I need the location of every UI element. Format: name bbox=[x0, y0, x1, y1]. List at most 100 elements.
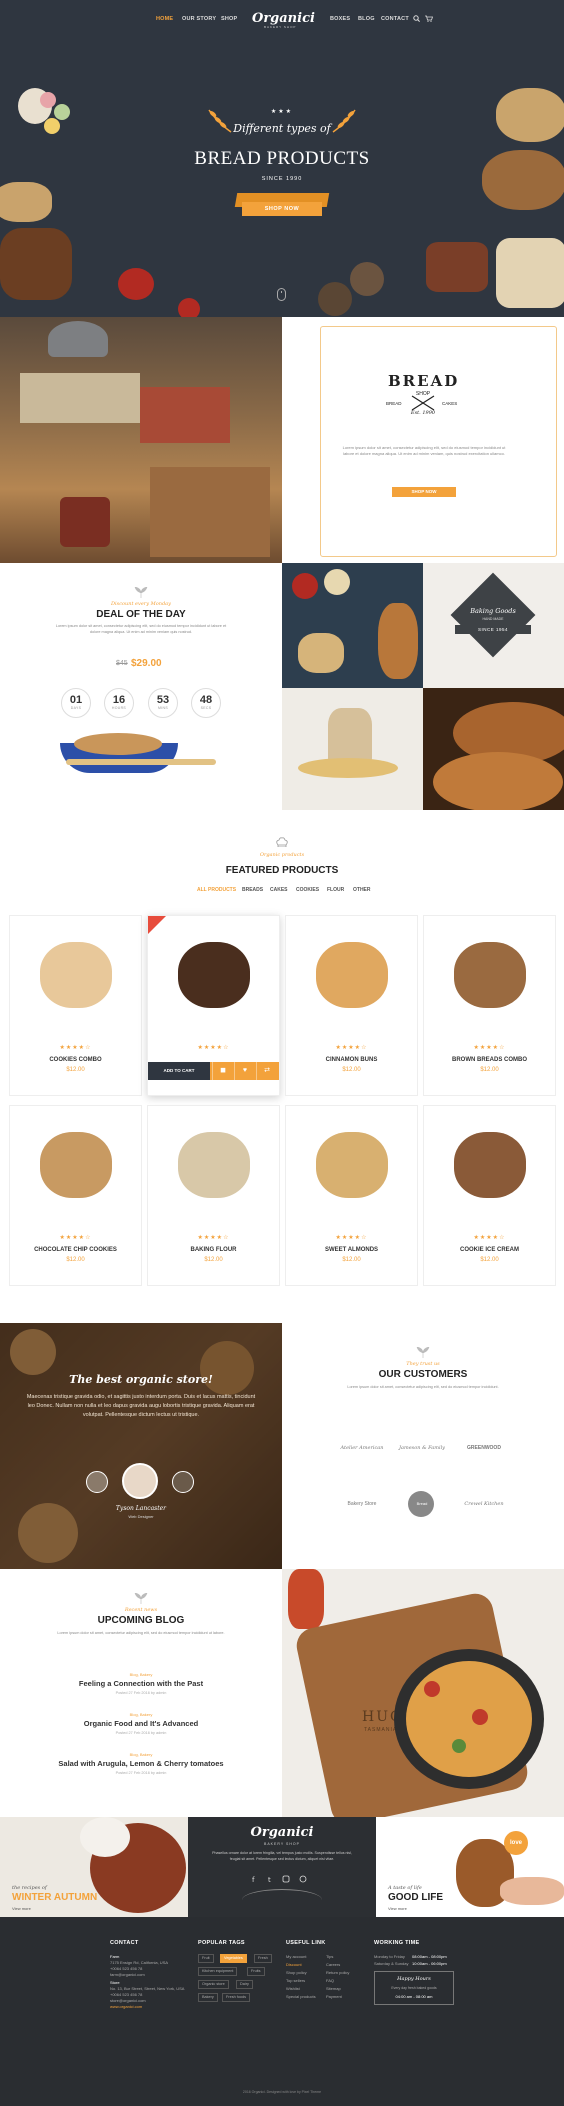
filter-flour[interactable]: FLOUR bbox=[327, 887, 344, 893]
filter-cookies[interactable]: COOKIES bbox=[296, 887, 319, 893]
avatar-active[interactable] bbox=[122, 1463, 158, 1499]
tag-fresh[interactable]: Fresh bbox=[254, 1954, 272, 1963]
post-3-category[interactable]: Blog, Bakery bbox=[0, 1752, 282, 1757]
cart-icon[interactable] bbox=[425, 15, 433, 22]
search-icon[interactable] bbox=[413, 15, 420, 22]
product-card[interactable]: ★★★★☆ CINNAMON BUNS $12.00 bbox=[285, 915, 418, 1096]
tag-organic-store[interactable]: Organic store bbox=[198, 1980, 229, 1989]
post-2-title[interactable]: Organic Food and It's Advanced bbox=[0, 1719, 282, 1728]
product-name[interactable]: BROWN BREADS COMBO bbox=[424, 1057, 555, 1063]
filter-other[interactable]: OTHER bbox=[353, 887, 371, 893]
post-1-category[interactable]: Blog, Bakery bbox=[0, 1672, 282, 1677]
product-card[interactable]: ★★★★☆ COOKIES COMBO $12.00 bbox=[9, 915, 142, 1096]
contact-store-email[interactable]: store@organici.com bbox=[110, 1998, 146, 2003]
customer-logo-5[interactable]: Bread bbox=[392, 1501, 452, 1506]
product-image[interactable] bbox=[286, 916, 417, 1036]
product-name[interactable]: CINNAMON BUNS bbox=[286, 1057, 417, 1063]
avatar-left[interactable] bbox=[86, 1471, 108, 1493]
product-card[interactable]: ★★★★☆ BROWN BREADS COMBO $12.00 bbox=[423, 915, 556, 1096]
baking-goods-title: Baking Goods bbox=[470, 607, 516, 615]
chalkboard-banner: Organici BAKERY SHOP Phasellus ornare do… bbox=[188, 1817, 376, 1917]
panel-shop-button[interactable]: SHOP NOW bbox=[392, 487, 456, 497]
product-card[interactable]: ★★★★☆ COOKIE ICE CREAM $12.00 bbox=[423, 1105, 556, 1286]
product-image[interactable] bbox=[424, 1106, 555, 1226]
life-script: A taste of life bbox=[388, 1885, 422, 1891]
footer-link[interactable]: Shop policy bbox=[286, 1970, 307, 1975]
customer-logo-2[interactable]: Jameson & Family bbox=[392, 1445, 452, 1451]
product-card[interactable]: ★★★★☆ CHOCOLATE CHIP COOKIES $12.00 bbox=[9, 1105, 142, 1286]
customer-logo-1[interactable]: Atelier American bbox=[332, 1445, 392, 1451]
contact-website[interactable]: www.organici.com bbox=[110, 2004, 142, 2009]
product-name[interactable]: COOKIES COMBO bbox=[10, 1057, 141, 1063]
customer-logo-6[interactable]: Crewel Kitchen bbox=[454, 1501, 514, 1507]
life-link[interactable]: View more bbox=[388, 1906, 407, 1911]
nav-blog[interactable]: BLOG bbox=[358, 16, 375, 22]
tag-kitchen-equipment[interactable]: Kitchen equipment bbox=[198, 1967, 238, 1976]
tag-dairy[interactable]: Dairy bbox=[236, 1980, 253, 1989]
compare-icon[interactable]: ⇄ bbox=[256, 1062, 277, 1080]
product-card[interactable]: ★★★★☆ SWEET ALMONDS $12.00 bbox=[285, 1105, 418, 1286]
product-image[interactable] bbox=[424, 916, 555, 1036]
tag-vegetables[interactable]: Vegetables bbox=[220, 1954, 247, 1963]
winter-autumn-banner[interactable]: the recipes of WINTER AUTUMN View more bbox=[0, 1817, 188, 1917]
footer-link[interactable]: Discount bbox=[286, 1962, 302, 1967]
post-1-title[interactable]: Feeling a Connection with the Past bbox=[0, 1679, 282, 1688]
add-to-cart-button[interactable]: ADD TO CART bbox=[148, 1062, 210, 1080]
wooden-tables bbox=[150, 467, 270, 557]
heart-icon[interactable]: ♥ bbox=[234, 1062, 255, 1080]
footer-link[interactable]: Return policy bbox=[326, 1970, 349, 1975]
nav-our-story[interactable]: OUR STORY bbox=[182, 16, 216, 22]
tag-fresh-foods[interactable]: Fresh foods bbox=[222, 1993, 251, 2002]
cart-icon[interactable]: ◼ bbox=[212, 1062, 233, 1080]
product-name[interactable]: BAKING FLOUR bbox=[148, 1247, 279, 1253]
tag-fruit[interactable]: Fruit bbox=[198, 1954, 214, 1963]
product-image[interactable] bbox=[10, 916, 141, 1036]
product-name[interactable]: CHOCOLATE CHIP COOKIES bbox=[10, 1247, 141, 1253]
footer-link[interactable]: Tips bbox=[326, 1954, 333, 1959]
post-3-title[interactable]: Salad with Arugula, Lemon & Cherry tomat… bbox=[0, 1759, 282, 1768]
avatar-right[interactable] bbox=[172, 1471, 194, 1493]
site-logo[interactable]: Organici bbox=[252, 11, 315, 26]
product-image[interactable] bbox=[148, 1106, 279, 1226]
product-card[interactable]: ★★★★☆ ADD TO CART ◼ ♥ ⇄ bbox=[147, 915, 280, 1096]
nav-contact[interactable]: CONTACT bbox=[381, 16, 409, 22]
nav-shop[interactable]: SHOP bbox=[221, 16, 237, 22]
tag-fruits[interactable]: Fruits bbox=[247, 1967, 265, 1976]
filter-all-products[interactable]: ALL PRODUCTS bbox=[197, 887, 236, 893]
product-image[interactable] bbox=[148, 916, 279, 1036]
product-name[interactable]: SWEET ALMONDS bbox=[286, 1247, 417, 1253]
tag-bakery[interactable]: Bakery bbox=[198, 1993, 218, 2002]
good-life-banner[interactable]: love A taste of life GOOD LIFE View more bbox=[376, 1817, 564, 1917]
product-card[interactable]: ★★★★☆ BAKING FLOUR $12.00 bbox=[147, 1105, 280, 1286]
hours-weekend-time: 10:00am - 06:00pm bbox=[412, 1961, 447, 1966]
countdown-secs: 48 SECS bbox=[191, 688, 221, 718]
scroll-mouse-icon[interactable] bbox=[277, 288, 286, 301]
filter-breads[interactable]: BREADS bbox=[242, 887, 263, 893]
product-price: $12.00 bbox=[66, 1257, 85, 1263]
contact-farm-email[interactable]: farm@organici.com bbox=[110, 1972, 145, 1977]
footer-link[interactable]: Special products bbox=[286, 1994, 316, 1999]
hero-title: BREAD PRODUCTS bbox=[194, 148, 370, 169]
footer-link[interactable]: Top sellers bbox=[286, 1978, 305, 1983]
footer-link[interactable]: Payment bbox=[326, 1994, 342, 1999]
footer-link[interactable]: FAQ bbox=[326, 1978, 334, 1983]
customer-logo-3[interactable]: GREENWOOD bbox=[454, 1445, 514, 1451]
product-image[interactable] bbox=[286, 1106, 417, 1226]
footer-link[interactable]: My account bbox=[286, 1954, 306, 1959]
nav-home[interactable]: HOME bbox=[156, 16, 173, 22]
shop-now-button[interactable]: SHOP NOW bbox=[242, 202, 322, 216]
post-2-category[interactable]: Blog, Bakery bbox=[0, 1712, 282, 1717]
macaron-image-2 bbox=[54, 104, 70, 120]
footer-link[interactable]: Sitemap bbox=[326, 1986, 341, 1991]
product-name[interactable]: COOKIE ICE CREAM bbox=[424, 1247, 555, 1253]
footer-link[interactable]: Wishlist bbox=[286, 1986, 300, 1991]
customer-logo-4[interactable]: Bakery Store bbox=[332, 1501, 392, 1507]
product-image[interactable] bbox=[10, 1106, 141, 1226]
autumn-link[interactable]: View more bbox=[12, 1906, 31, 1911]
autumn-script: the recipes of bbox=[12, 1885, 47, 1891]
footer-link[interactable]: Careers bbox=[326, 1962, 340, 1967]
bread-loaf-image bbox=[496, 88, 564, 142]
filter-cakes[interactable]: CAKES bbox=[270, 887, 288, 893]
contact-store-address: No. 13, Bur Street, Street, New York, US… bbox=[110, 1986, 185, 1991]
nav-boxes[interactable]: BOXES bbox=[330, 16, 350, 22]
